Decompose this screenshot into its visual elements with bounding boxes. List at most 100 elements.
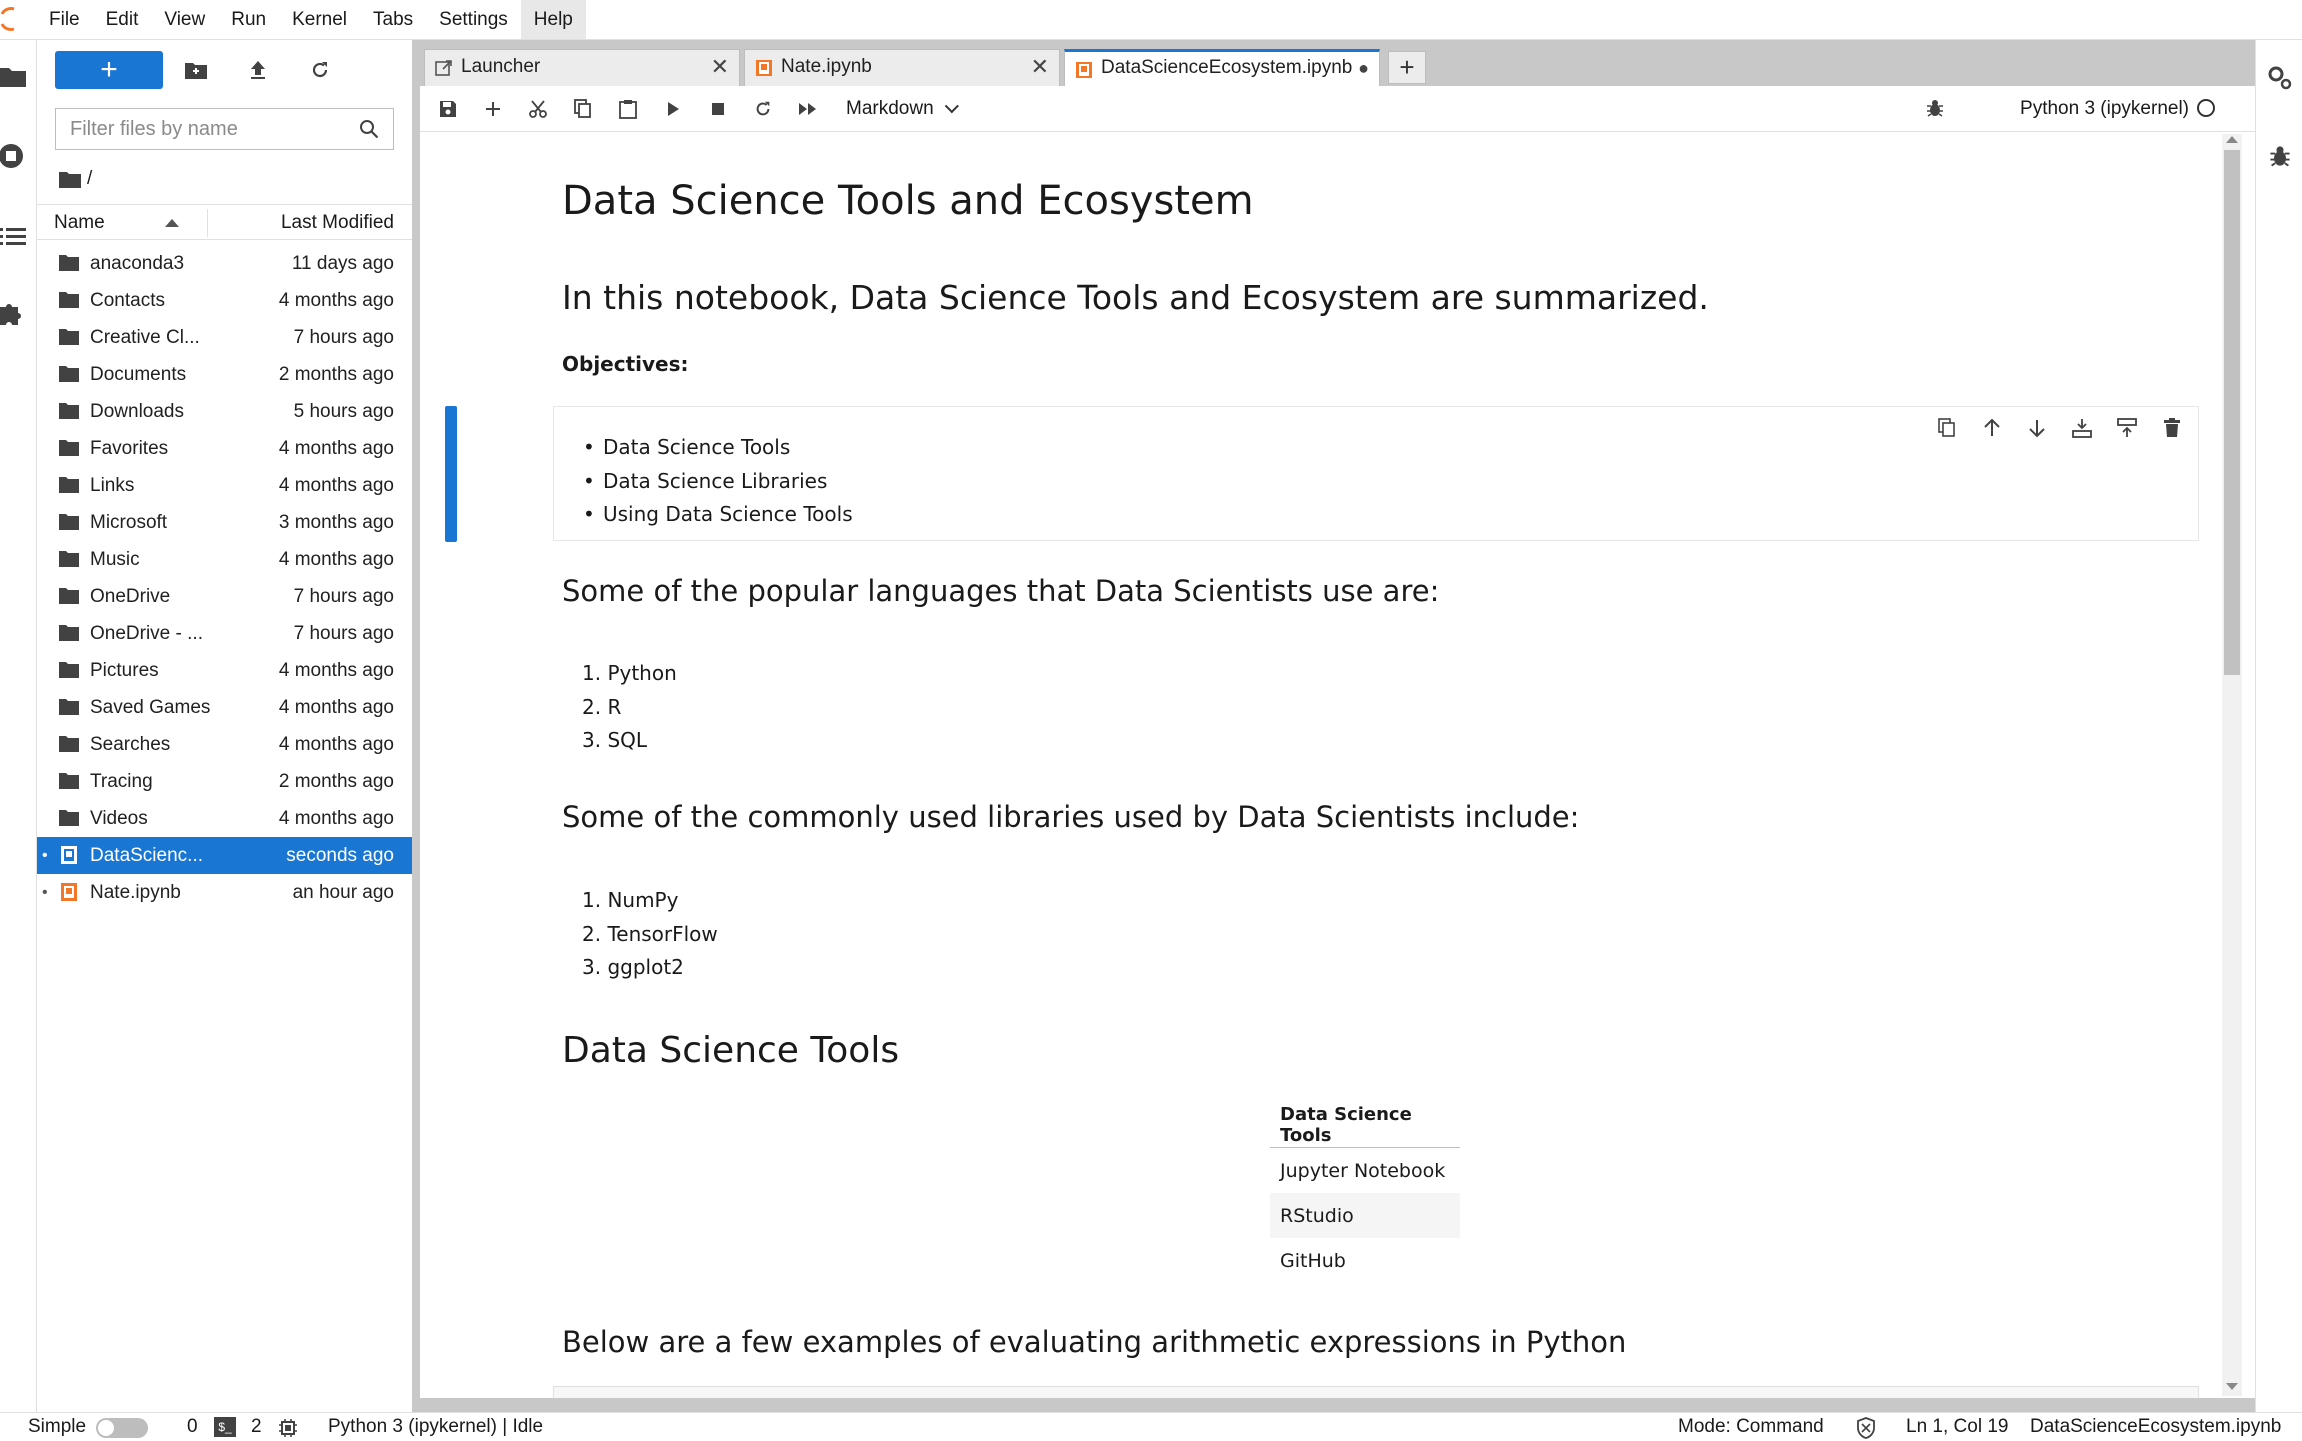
file-name: Music xyxy=(90,549,140,570)
duplicate-icon xyxy=(1938,418,1955,437)
add-tab-button[interactable]: + xyxy=(1388,51,1426,84)
file-list-item[interactable]: Microsoft 3 months ago xyxy=(37,504,412,541)
file-list-item[interactable]: Music 4 months ago xyxy=(37,541,412,578)
insert-cell-below-button[interactable] xyxy=(2115,416,2139,440)
menu-help[interactable]: Help xyxy=(520,0,586,39)
file-name: Creative Cl... xyxy=(90,327,200,348)
file-list-item[interactable]: Tracing 2 months ago xyxy=(37,763,412,800)
file-name: Videos xyxy=(90,808,148,829)
debugger-tab[interactable] xyxy=(2268,144,2292,173)
restart-run-all-button[interactable] xyxy=(796,97,820,121)
tab-launcher[interactable]: Launcher ✕ xyxy=(424,49,740,86)
save-button[interactable] xyxy=(436,97,460,121)
scrollbar-thumb[interactable] xyxy=(2224,150,2240,675)
file-browser-tab[interactable] xyxy=(0,58,30,94)
file-name: anaconda3 xyxy=(90,253,185,274)
file-filter-box xyxy=(55,108,394,150)
folder-icon xyxy=(59,699,79,715)
file-list-item[interactable]: OneDrive - ... 7 hours ago xyxy=(37,615,412,652)
scroll-up-icon[interactable] xyxy=(2226,136,2238,143)
unsaved-dot-icon[interactable]: ● xyxy=(1358,52,1369,84)
copy-button[interactable] xyxy=(571,97,595,121)
menu-run[interactable]: Run xyxy=(218,0,279,39)
menu-edit[interactable]: Edit xyxy=(93,0,152,39)
menu-tabs[interactable]: Tabs xyxy=(360,0,426,39)
paste-button[interactable] xyxy=(616,97,640,121)
folder-icon xyxy=(59,810,79,826)
close-icon[interactable]: ✕ xyxy=(1031,50,1049,84)
file-list-item[interactable]: Contacts 4 months ago xyxy=(37,282,412,319)
table-of-contents-tab[interactable] xyxy=(0,218,30,254)
close-icon[interactable]: ✕ xyxy=(711,50,729,84)
kernel-name-button[interactable]: Python 3 (ipykernel) xyxy=(2020,86,2189,131)
menu-file[interactable]: File xyxy=(36,0,93,39)
file-list-item[interactable]: Creative Cl... 7 hours ago xyxy=(37,319,412,356)
new-folder-button[interactable] xyxy=(184,58,208,82)
restart-button[interactable] xyxy=(751,97,775,121)
folder-icon xyxy=(59,255,79,271)
extension-manager-tab[interactable] xyxy=(0,296,30,332)
upload-button[interactable] xyxy=(246,58,270,82)
puzzle-icon xyxy=(0,304,21,325)
library-item: 1. NumPy xyxy=(582,888,679,912)
simple-mode-label: Simple xyxy=(28,1416,87,1437)
cell-type-value: Markdown xyxy=(846,98,934,119)
move-cell-up-button[interactable] xyxy=(1980,416,2004,440)
file-list-item[interactable]: Documents 2 months ago xyxy=(37,356,412,393)
run-button[interactable] xyxy=(661,97,685,121)
file-list-item[interactable]: • DataScienc... seconds ago xyxy=(37,837,412,874)
duplicate-cell-button[interactable] xyxy=(1935,416,1959,440)
simple-mode-toggle[interactable] xyxy=(96,1418,148,1438)
file-name: OneDrive - ... xyxy=(90,623,203,644)
cut-button[interactable] xyxy=(526,97,550,121)
insert-cell-button[interactable] xyxy=(481,97,505,121)
file-list-item[interactable]: Downloads 5 hours ago xyxy=(37,393,412,430)
file-name: Nate.ipynb xyxy=(90,882,181,903)
tab-datascience-notebook[interactable]: DataScienceEcosystem.ipynb ● xyxy=(1064,49,1380,86)
menu-settings[interactable]: Settings xyxy=(426,0,521,39)
file-list-item[interactable]: • Nate.ipynb an hour ago xyxy=(37,874,412,911)
home-folder-icon[interactable] xyxy=(59,170,81,188)
cursor-position[interactable]: Ln 1, Col 19 xyxy=(1906,1413,2008,1441)
status-bar: Simple 0 $_ 2 Python 3 (ipykernel) | Idl… xyxy=(0,1412,2302,1441)
file-list-item[interactable]: Searches 4 months ago xyxy=(37,726,412,763)
file-list-item[interactable]: Links 4 months ago xyxy=(37,467,412,504)
file-list-item[interactable]: Favorites 4 months ago xyxy=(37,430,412,467)
file-filter-input[interactable] xyxy=(56,116,352,142)
move-cell-down-button[interactable] xyxy=(2025,416,2049,440)
arrow-up-icon xyxy=(1984,418,2000,436)
running-sessions-tab[interactable] xyxy=(0,138,30,174)
kernel-status[interactable]: Python 3 (ipykernel) | Idle xyxy=(328,1413,543,1441)
menu-view[interactable]: View xyxy=(151,0,218,39)
file-list-item[interactable]: OneDrive 7 hours ago xyxy=(37,578,412,615)
terminals-count[interactable]: 0 xyxy=(187,1413,198,1441)
property-inspector-tab[interactable] xyxy=(2266,64,2294,97)
refresh-button[interactable] xyxy=(308,58,332,82)
shield-icon[interactable] xyxy=(1856,1417,1876,1439)
panel-splitter[interactable] xyxy=(412,40,420,1412)
file-name: Documents xyxy=(90,364,187,385)
tab-nate-notebook[interactable]: Nate.ipynb ✕ xyxy=(744,49,1060,86)
delete-cell-button[interactable] xyxy=(2160,416,2184,440)
menu-kernel[interactable]: Kernel xyxy=(279,0,360,39)
interrupt-button[interactable] xyxy=(706,97,730,121)
file-modified: 4 months ago xyxy=(278,697,394,718)
new-launcher-button[interactable]: + xyxy=(55,51,163,89)
file-list-item[interactable]: Pictures 4 months ago xyxy=(37,652,412,689)
scroll-down-icon[interactable] xyxy=(2226,1383,2238,1390)
cell-type-dropdown[interactable]: Markdown xyxy=(846,86,959,131)
file-list-item[interactable]: anaconda3 11 days ago xyxy=(37,245,412,282)
breadcrumb-path[interactable]: / xyxy=(87,168,92,190)
insert-cell-above-button[interactable] xyxy=(2070,416,2094,440)
debugger-button[interactable] xyxy=(1925,98,1945,123)
active-cell-marker[interactable] xyxy=(445,406,457,542)
column-name-header[interactable]: Name xyxy=(54,205,105,241)
kernels-count[interactable]: 2 xyxy=(251,1413,262,1441)
column-modified-header[interactable]: Last Modified xyxy=(281,205,394,241)
code-cell[interactable] xyxy=(553,1386,2199,1398)
arithmetic-heading: Below are a few examples of evaluating a… xyxy=(562,1325,1627,1359)
upload-icon xyxy=(251,61,265,79)
file-list-item[interactable]: Saved Games 4 months ago xyxy=(37,689,412,726)
trash-icon xyxy=(2164,418,2180,437)
file-list-item[interactable]: Videos 4 months ago xyxy=(37,800,412,837)
